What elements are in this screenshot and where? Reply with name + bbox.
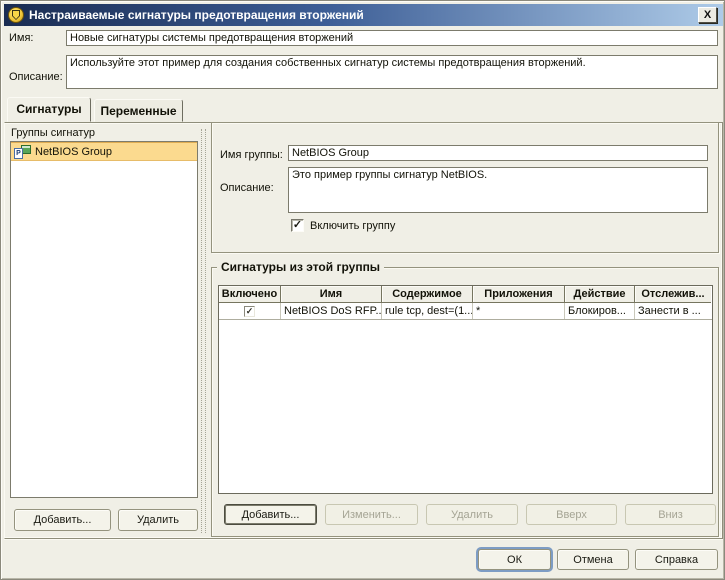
check-icon: ✓ — [292, 218, 303, 231]
column-header-applications[interactable]: Приложения — [473, 286, 565, 303]
row-checkbox[interactable]: ✓ — [244, 305, 255, 317]
column-header-action[interactable]: Действие — [565, 286, 635, 303]
shield-app-icon — [8, 7, 24, 23]
signatures-table-header: Включено Имя Содержимое Приложения Дейст… — [219, 286, 712, 303]
close-icon[interactable]: X — [698, 7, 717, 23]
check-icon: ✓ — [245, 305, 254, 316]
row-action-cell: Блокиров... — [565, 303, 635, 319]
column-header-name[interactable]: Имя — [281, 286, 382, 303]
list-item-netbios-group[interactable]: P NetBIOS Group — [11, 142, 197, 161]
name-input[interactable] — [66, 30, 718, 46]
dialog-window: Настраиваемые сигнатуры предотвращения в… — [0, 0, 725, 580]
description-label: Описание: — [9, 71, 63, 83]
program-group-icon: P — [14, 144, 31, 159]
help-button[interactable]: Справка — [635, 549, 718, 570]
cancel-button[interactable]: Отмена — [557, 549, 629, 570]
row-applications-cell: * — [473, 303, 565, 319]
window-title: Настраиваемые сигнатуры предотвращения в… — [29, 8, 364, 22]
signature-edit-button[interactable]: Изменить... — [325, 504, 418, 525]
signature-groups-label: Группы сигнатур — [11, 127, 95, 139]
description-textarea[interactable]: Используйте этот пример для создания соб… — [66, 55, 718, 89]
row-name-cell: NetBIOS DoS RFP... — [281, 303, 382, 319]
row-content-cell: rule tcp, dest=(1... — [382, 303, 473, 319]
group-name-label: Имя группы: — [220, 149, 283, 161]
group-add-button[interactable]: Добавить... — [14, 509, 111, 531]
title-bar: Настраиваемые сигнатуры предотвращения в… — [4, 4, 723, 26]
group-description-label: Описание: — [220, 182, 274, 194]
tab-signatures[interactable]: Сигнатуры — [7, 97, 91, 122]
signature-groups-list[interactable]: P NetBIOS Group — [10, 141, 198, 498]
enable-group-label: Включить группу — [310, 220, 396, 232]
signatures-groupbox-title: Сигнатуры из этой группы — [217, 260, 385, 274]
signatures-table[interactable]: Включено Имя Содержимое Приложения Дейст… — [218, 285, 713, 494]
column-header-enabled[interactable]: Включено — [219, 286, 281, 303]
name-label: Имя: — [9, 32, 34, 44]
column-header-tracking[interactable]: Отслежив... — [635, 286, 711, 303]
enable-group-checkbox[interactable]: ✓ — [291, 219, 304, 232]
tab-variables[interactable]: Переменные — [94, 99, 183, 122]
table-row[interactable]: ✓ NetBIOS DoS RFP... rule tcp, dest=(1..… — [219, 303, 712, 320]
signature-move-up-button[interactable]: Вверх — [526, 504, 617, 525]
group-delete-button[interactable]: Удалить — [118, 509, 198, 531]
signatures-groupbox: Сигнатуры из этой группы Включено Имя Со… — [211, 260, 719, 537]
signature-add-button[interactable]: Добавить... — [224, 504, 317, 525]
list-item-label: NetBIOS Group — [35, 145, 113, 158]
row-enabled-cell[interactable]: ✓ — [219, 303, 281, 319]
panel-splitter[interactable] — [201, 129, 206, 533]
group-name-input[interactable] — [288, 145, 708, 161]
group-description-textarea[interactable]: Это пример группы сигнатур NetBIOS. — [288, 167, 708, 213]
signature-move-down-button[interactable]: Вниз — [625, 504, 716, 525]
signature-delete-button[interactable]: Удалить — [426, 504, 518, 525]
column-header-content[interactable]: Содержимое — [382, 286, 473, 303]
row-tracking-cell: Занести в ... — [638, 305, 701, 317]
ok-button[interactable]: ОК — [478, 549, 551, 570]
